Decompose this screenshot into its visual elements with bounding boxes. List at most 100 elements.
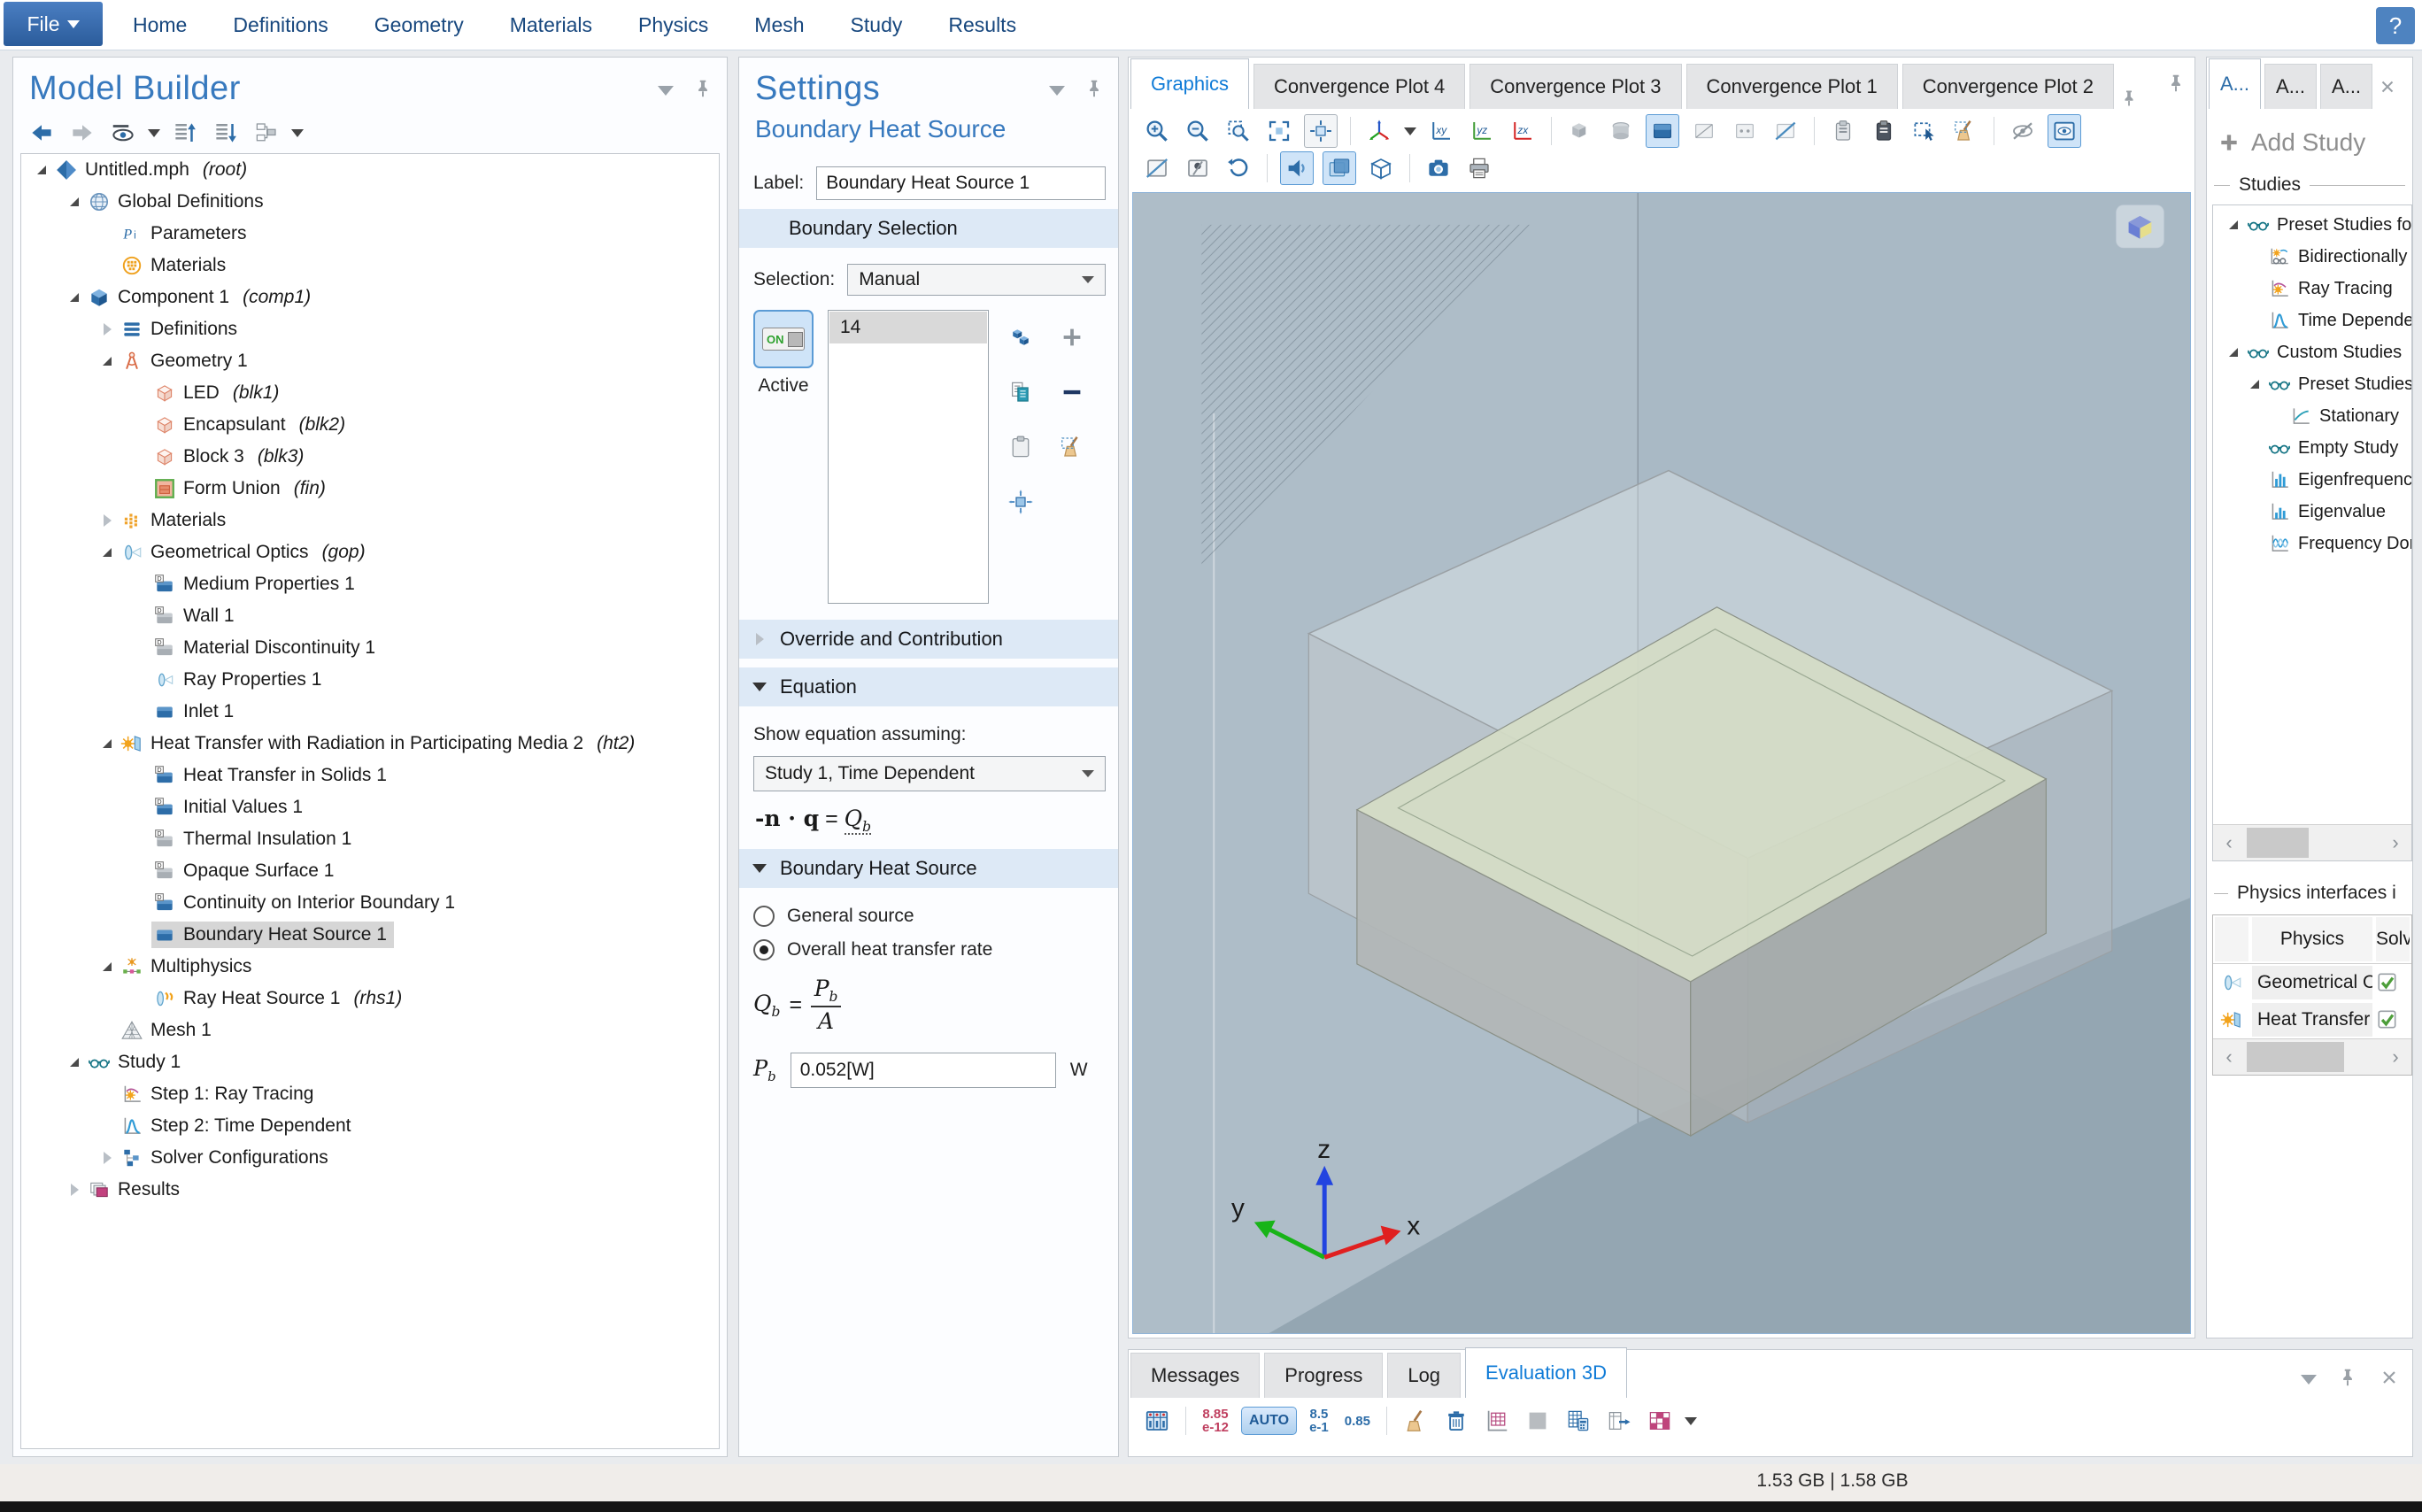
- mb-back-button[interactable]: [26, 117, 58, 149]
- wire-cube-button[interactable]: [1365, 152, 1397, 184]
- tree-item[interactable]: Definitions: [21, 313, 719, 345]
- sel-point-button[interactable]: [1729, 115, 1761, 147]
- sel-dom-button[interactable]: [1564, 115, 1596, 147]
- tree-item[interactable]: Materials: [21, 505, 719, 536]
- plus-button[interactable]: [1056, 321, 1088, 353]
- panel-menu-icon[interactable]: [658, 86, 674, 96]
- view-cube-widget[interactable]: [2117, 205, 2164, 248]
- assistant-tab-3[interactable]: A...: [2320, 64, 2372, 109]
- scroll-right-icon[interactable]: ›: [2380, 1045, 2411, 1068]
- help-button[interactable]: ?: [2376, 7, 2415, 44]
- tree-item[interactable]: Eigenfrequency: [2213, 464, 2411, 496]
- tree-item[interactable]: Materials: [21, 250, 719, 282]
- export-arrow-button[interactable]: [1603, 1405, 1635, 1437]
- selection-dropdown[interactable]: Manual: [847, 264, 1106, 296]
- panel-menu-icon[interactable]: [2301, 1375, 2317, 1385]
- tree-item[interactable]: DMaterial Discontinuity 1: [21, 632, 719, 664]
- triad-button[interactable]: [1363, 115, 1395, 147]
- studies-hscrollbar[interactable]: ‹ ›: [2213, 824, 2411, 860]
- pink-table-button[interactable]: [1644, 1405, 1676, 1437]
- brush-button[interactable]: [1056, 431, 1088, 463]
- assistant-tab-1[interactable]: A...: [2209, 58, 2261, 109]
- trash-button[interactable]: [1440, 1405, 1472, 1437]
- tree-item[interactable]: Inlet 1: [21, 696, 719, 728]
- tree-item[interactable]: Form Union(fin): [21, 473, 719, 505]
- gray-square-button[interactable]: [1522, 1405, 1554, 1437]
- tab-evaluation-3d[interactable]: Evaluation 3D: [1465, 1347, 1627, 1398]
- zoom-in-button[interactable]: [1141, 115, 1173, 147]
- number-format-button[interactable]: 8.5e-1: [1306, 1408, 1332, 1434]
- physics-table-row[interactable]: Heat Transfer with Radiation in Particip…: [2213, 1001, 2411, 1038]
- panel-menu-icon[interactable]: [1049, 86, 1065, 96]
- pin-icon[interactable]: [2164, 72, 2187, 99]
- section-equation[interactable]: Equation: [739, 667, 1118, 706]
- tree-item[interactable]: Bidirectionally Coupled Ray Tracing: [2213, 241, 2411, 273]
- tab-convergence-plot-1[interactable]: Convergence Plot 1: [1686, 64, 1898, 109]
- radio-general-source[interactable]: General source: [739, 888, 1118, 927]
- tree-item[interactable]: Mesh 1: [21, 1014, 719, 1046]
- scroll-right-icon[interactable]: ›: [2380, 831, 2411, 854]
- pin-icon[interactable]: [691, 77, 714, 104]
- sel-none-button[interactable]: [1770, 115, 1801, 147]
- tree-item[interactable]: PiParameters: [21, 218, 719, 250]
- sel-edge-button[interactable]: [1688, 115, 1720, 147]
- physics-table-row[interactable]: Geometrical Optics: [2213, 964, 2411, 1001]
- tree-item[interactable]: Step 2: Time Dependent: [21, 1110, 719, 1142]
- tree-item[interactable]: Solver Configurations: [21, 1142, 719, 1174]
- expand-arrow-icon[interactable]: [2243, 380, 2266, 389]
- view-yz-button[interactable]: yz: [1466, 115, 1498, 147]
- tree-item[interactable]: DContinuity on Interior Boundary 1: [21, 887, 719, 919]
- auto-format-button[interactable]: AUTO: [1241, 1407, 1297, 1435]
- pane-eye-button[interactable]: [2048, 114, 2081, 148]
- zoom-out-button[interactable]: [1182, 115, 1214, 147]
- table-calc-button[interactable]: [1562, 1405, 1594, 1437]
- expand-arrow-icon[interactable]: [96, 1152, 119, 1164]
- ribbon-tab-geometry[interactable]: Geometry: [374, 13, 464, 37]
- tree-item[interactable]: Multiphysics: [21, 951, 719, 983]
- expand-arrow-icon[interactable]: [2222, 220, 2245, 229]
- pin-icon[interactable]: [2118, 88, 2140, 109]
- tree-item[interactable]: Frequency Domain: [2213, 528, 2411, 559]
- close-icon[interactable]: [2378, 77, 2397, 96]
- tree-item[interactable]: Time Dependent: [2213, 305, 2411, 336]
- zoom-selframe-button[interactable]: [1304, 114, 1338, 148]
- copy-sel-button[interactable]: [1005, 376, 1037, 408]
- tree-item[interactable]: Geometry 1: [21, 345, 719, 377]
- tree-item[interactable]: DOpaque Surface 1: [21, 855, 719, 887]
- tree-item[interactable]: DThermal Insulation 1: [21, 823, 719, 855]
- clip1-button[interactable]: [1827, 115, 1859, 147]
- file-menu-button[interactable]: File: [4, 2, 103, 46]
- ribbon-tab-study[interactable]: Study: [851, 13, 903, 37]
- label-input[interactable]: Boundary Heat Source 1: [816, 166, 1106, 200]
- tree-item[interactable]: Custom Studies: [2213, 336, 2411, 368]
- expand-arrow-icon[interactable]: [96, 962, 119, 971]
- pane-circle-slash-button[interactable]: [1182, 152, 1214, 184]
- chevron-down-icon[interactable]: [1685, 1417, 1697, 1425]
- number-format-button[interactable]: 0.85: [1341, 1415, 1374, 1428]
- tab-graphics[interactable]: Graphics: [1130, 58, 1249, 109]
- sel-bnd-button[interactable]: [1605, 115, 1637, 147]
- clip2-button[interactable]: [1868, 115, 1900, 147]
- pin-icon[interactable]: [1083, 77, 1106, 104]
- view-xy-button[interactable]: xy: [1425, 115, 1457, 147]
- brush-button[interactable]: [1949, 115, 1981, 147]
- pane-stack-button[interactable]: [1323, 151, 1356, 185]
- list-expand-button[interactable]: [210, 117, 242, 149]
- ribbon-tab-results[interactable]: Results: [948, 13, 1016, 37]
- pin-icon[interactable]: [2336, 1366, 2359, 1393]
- chevron-down-icon[interactable]: [291, 129, 304, 137]
- tree-item[interactable]: DInitial Values 1: [21, 791, 719, 823]
- expand-arrow-icon[interactable]: [63, 1184, 86, 1196]
- paste-sel-button[interactable]: [1005, 431, 1037, 463]
- tree-item[interactable]: Ray Heat Source 1(rhs1): [21, 983, 719, 1014]
- expand-arrow-icon[interactable]: [96, 548, 119, 557]
- tree-item[interactable]: Encapsulant(blk2): [21, 409, 719, 441]
- tree-item[interactable]: Global Definitions: [21, 186, 719, 218]
- section-override[interactable]: Override and Contribution: [739, 620, 1118, 659]
- ribbon-tab-mesh[interactable]: Mesh: [754, 13, 804, 37]
- create-sel-button[interactable]: [1005, 321, 1037, 353]
- expand-arrow-icon[interactable]: [63, 293, 86, 302]
- expand-arrow-icon[interactable]: [63, 197, 86, 206]
- radio-overall-rate[interactable]: Overall heat transfer rate: [739, 927, 1118, 960]
- tree-item[interactable]: DMedium Properties 1: [21, 568, 719, 600]
